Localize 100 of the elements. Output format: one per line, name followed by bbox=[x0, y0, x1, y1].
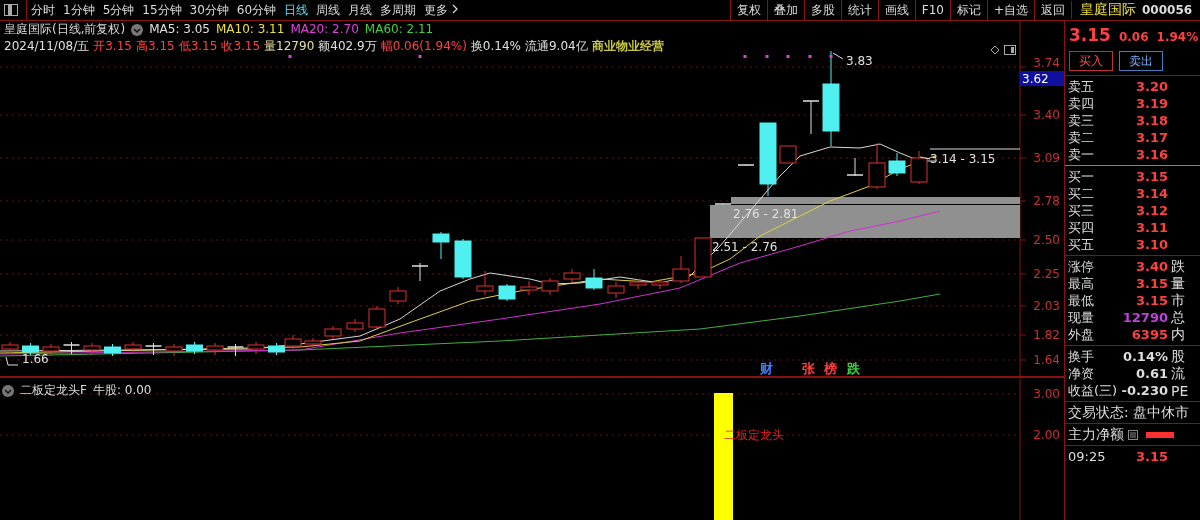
candlestick bbox=[324, 325, 342, 340]
last-price: 3.15 bbox=[1069, 25, 1111, 45]
axis-label: 1.82 bbox=[1033, 328, 1060, 342]
trade-status: 交易状态: 盘中休市 bbox=[1068, 404, 1191, 421]
quote-value: 额402.9万 bbox=[318, 39, 377, 54]
quote-value: 流通9.04亿 bbox=[524, 39, 588, 54]
stat-label: PE bbox=[1170, 382, 1189, 399]
axis-label: 3.09 bbox=[1033, 151, 1060, 165]
stat-value: 3.15 bbox=[1134, 293, 1168, 308]
order-label: 买五 bbox=[1068, 235, 1095, 254]
event-marker: 财 bbox=[759, 361, 773, 376]
toolbar-button[interactable]: F10 bbox=[914, 0, 950, 20]
toolbar-button[interactable]: 标记 bbox=[949, 0, 987, 20]
toolbar-button[interactable]: 复权 bbox=[729, 0, 767, 20]
stat-value: 6395 bbox=[1130, 327, 1168, 342]
candlestick bbox=[454, 238, 472, 280]
moving-average-label: MA10: 3.11 bbox=[215, 22, 285, 37]
dropdown-icon[interactable] bbox=[131, 23, 144, 36]
order-price: 3.16 bbox=[1134, 147, 1168, 162]
candlestick bbox=[226, 343, 245, 357]
candlestick bbox=[104, 343, 121, 357]
chart-title: 皇庭国际(日线,前复权) bbox=[4, 22, 126, 37]
stat-label: 现量 bbox=[1068, 308, 1095, 327]
order-price: 3.14 bbox=[1134, 186, 1168, 201]
order-label: 卖三 bbox=[1068, 111, 1095, 130]
stat-label: 总 bbox=[1170, 308, 1185, 327]
quote-value: 收3.15 bbox=[221, 39, 261, 54]
candlestick bbox=[520, 280, 538, 296]
candlestick bbox=[368, 305, 386, 331]
stat-label: 跌 bbox=[1170, 257, 1185, 276]
stat-label: 最高 bbox=[1068, 274, 1095, 293]
price-change: 0.06 bbox=[1118, 30, 1149, 44]
period-tab[interactable]: 30分钟 bbox=[185, 0, 233, 20]
period-tab[interactable]: 多周期 bbox=[376, 0, 421, 20]
price-annotation: 2.76 - 2.81 bbox=[733, 207, 799, 221]
candlestick bbox=[868, 142, 886, 190]
candlestick bbox=[714, 203, 732, 206]
order-label: 买三 bbox=[1068, 201, 1095, 220]
price-annotation: 1.66 bbox=[22, 352, 49, 366]
toolbar-button[interactable]: 返回 bbox=[1034, 0, 1071, 20]
order-price: 3.20 bbox=[1134, 79, 1168, 94]
candlestick bbox=[62, 341, 81, 355]
quote-value: 换0.14% bbox=[470, 39, 521, 54]
period-tab[interactable]: 15分钟 bbox=[138, 0, 186, 20]
stat-label: 内 bbox=[1170, 325, 1185, 344]
tick-time: 09:25 bbox=[1068, 449, 1107, 464]
candlestick bbox=[389, 286, 407, 305]
candlestick bbox=[846, 157, 864, 177]
change-percent: 1.94% bbox=[1156, 30, 1199, 44]
event-marker: 张 bbox=[801, 361, 815, 376]
period-tab[interactable]: 1分钟 bbox=[59, 0, 99, 20]
diamond-icon[interactable] bbox=[990, 45, 1000, 55]
stat-value: 3.15 bbox=[1134, 276, 1168, 291]
candlestick bbox=[541, 277, 559, 296]
list-icon[interactable] bbox=[1128, 429, 1138, 440]
quote-value: 2024/11/08/五 bbox=[4, 39, 90, 54]
price-annotation: 3.83 bbox=[846, 54, 873, 68]
candlestick bbox=[83, 342, 101, 356]
toolbar-button[interactable]: +自选 bbox=[986, 0, 1034, 20]
order-label: 卖五 bbox=[1068, 77, 1095, 96]
quote-value: 幅0.06(1.94%) bbox=[380, 39, 467, 54]
period-tab[interactable]: 分时 bbox=[27, 0, 59, 20]
main-flow-label: 主力净额 bbox=[1068, 425, 1124, 444]
period-tab[interactable]: 日线 bbox=[280, 0, 313, 20]
stat-label: 股 bbox=[1170, 347, 1185, 366]
stat-value: 0.61 bbox=[1134, 366, 1168, 381]
candlestick bbox=[694, 237, 712, 278]
panel-toggle-icon[interactable] bbox=[4, 4, 18, 16]
toolbar-button[interactable]: 叠加 bbox=[766, 0, 804, 20]
period-tab[interactable]: 周线 bbox=[312, 0, 345, 20]
event-marker: 跌 bbox=[846, 361, 860, 376]
candlestick bbox=[186, 341, 203, 355]
more-button[interactable]: 更多 bbox=[420, 0, 463, 20]
candlestick bbox=[124, 341, 142, 355]
leader-line bbox=[5, 356, 19, 366]
axis-label: 2.03 bbox=[1033, 299, 1060, 313]
stat-label: 收益(三) bbox=[1068, 381, 1118, 400]
panel-toggle-icon[interactable] bbox=[1004, 45, 1016, 55]
toolbar-button[interactable]: 画线 bbox=[877, 0, 915, 20]
stat-label: 换手 bbox=[1068, 347, 1095, 366]
buy-button[interactable]: 买入 bbox=[1069, 51, 1113, 71]
toolbar-button[interactable]: 统计 bbox=[840, 0, 878, 20]
period-tab[interactable]: 60分钟 bbox=[232, 0, 281, 20]
quote-value: 商业物业经营 bbox=[591, 39, 664, 54]
order-price: 3.17 bbox=[1134, 130, 1168, 145]
candlestick bbox=[476, 270, 494, 296]
indicator-title: 二板定龙头F bbox=[20, 382, 87, 399]
period-tab[interactable]: 月线 bbox=[344, 0, 377, 20]
stat-label: 流 bbox=[1170, 364, 1185, 383]
order-label: 买二 bbox=[1068, 184, 1095, 203]
dropdown-icon[interactable] bbox=[2, 384, 14, 397]
stat-value: 0.14% bbox=[1121, 349, 1168, 364]
order-label: 买一 bbox=[1068, 167, 1095, 186]
toolbar-button[interactable]: 多股 bbox=[803, 0, 841, 20]
order-label: 买四 bbox=[1068, 218, 1095, 237]
candlestick bbox=[672, 255, 690, 284]
sell-button[interactable]: 卖出 bbox=[1119, 51, 1163, 71]
axis-label: 3.00 bbox=[1033, 387, 1060, 401]
period-tab[interactable]: 5分钟 bbox=[98, 0, 139, 20]
axis-label: 2.00 bbox=[1033, 428, 1060, 442]
